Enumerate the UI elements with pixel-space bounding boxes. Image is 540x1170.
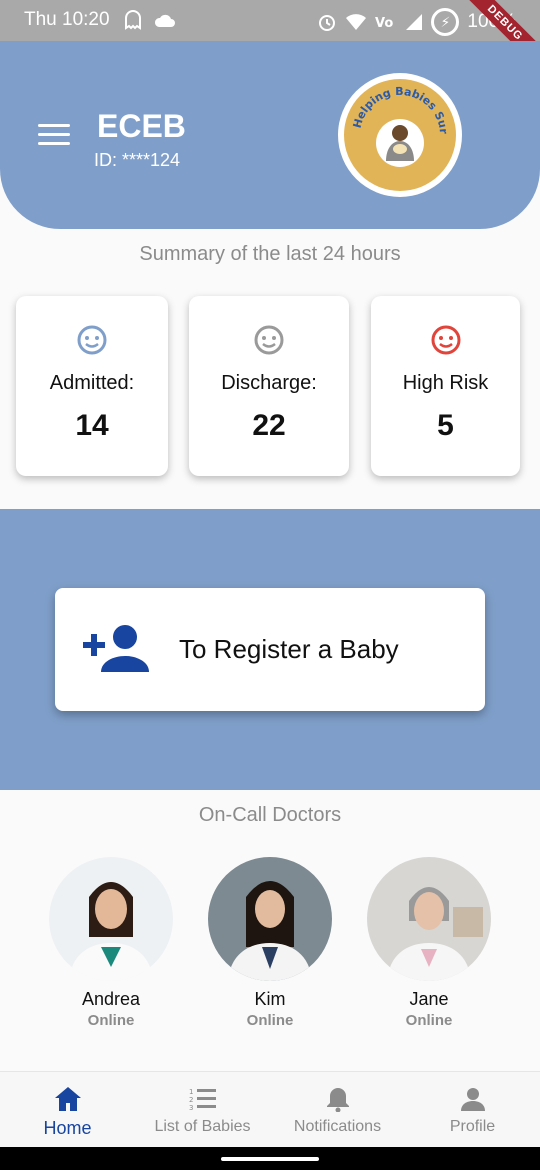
baby-face-icon [254, 325, 284, 355]
admitted-card[interactable]: Admitted: 14 [16, 296, 168, 476]
person-icon [460, 1088, 485, 1111]
svg-text:Vo: Vo [375, 16, 393, 30]
doctor-andrea[interactable]: Andrea Online [49, 857, 173, 1029]
doctor-status: Online [405, 1012, 453, 1029]
system-nav-bar [0, 1147, 540, 1170]
doctor-name: Jane [409, 989, 449, 1009]
doctor-name: Kim [254, 989, 286, 1009]
nav-notifications[interactable]: Notifications [270, 1072, 405, 1147]
volte-icon: Vo [375, 16, 393, 30]
baby-face-icon [77, 325, 107, 355]
register-baby-button[interactable]: To Register a Baby [55, 588, 485, 711]
doctor-kim[interactable]: Kim Online [208, 857, 332, 1029]
register-baby-label: To Register a Baby [179, 634, 399, 664]
high-risk-label: High Risk [402, 372, 489, 394]
status-time: Thu 10:20 [24, 9, 110, 30]
home-gesture-handle[interactable] [221, 1157, 319, 1161]
ghost-icon [125, 10, 141, 30]
doctor-name: Andrea [81, 989, 141, 1009]
doctors-title: On-Call Doctors [198, 804, 342, 826]
bell-icon [326, 1088, 349, 1112]
cloud-icon [154, 14, 175, 27]
svg-text:1: 1 [189, 1088, 193, 1096]
user-id: ID: ****124 [94, 150, 181, 170]
alarm-icon [319, 15, 336, 31]
helping-babies-survive-logo: Helping Babies Survive [344, 79, 450, 167]
summary-title: Summary of the last 24 hours [139, 243, 401, 265]
status-bar: Thu 10:20 Vo ⚡ 100% DEBUG [0, 0, 540, 83]
nav-profile-label: Profile [449, 1118, 496, 1135]
nav-home-label: Home [43, 1118, 92, 1138]
discharge-count: 22 [252, 409, 286, 442]
admitted-label: Admitted: [49, 372, 135, 394]
avatar [367, 857, 491, 981]
register-section: To Register a Baby [0, 509, 540, 790]
nav-notifications-label: Notifications [293, 1118, 382, 1135]
svg-text:3: 3 [189, 1104, 193, 1112]
wifi-icon [346, 14, 367, 30]
home-icon [54, 1087, 81, 1111]
doctor-status: Online [87, 1012, 135, 1029]
add-person-icon [83, 625, 149, 672]
baby-face-icon [431, 325, 460, 355]
menu-icon[interactable] [38, 124, 70, 146]
discharge-label: Discharge: [221, 372, 317, 394]
signal-icon [406, 14, 423, 30]
avatar [49, 857, 173, 981]
admitted-count: 14 [75, 409, 109, 442]
svg-text:2: 2 [189, 1096, 193, 1104]
high-risk-count: 5 [437, 409, 454, 442]
discharge-card[interactable]: Discharge: 22 [189, 296, 349, 476]
avatar [208, 857, 332, 981]
nav-list-of-babies[interactable]: 123 List of Babies [135, 1072, 270, 1147]
list-icon: 123 [189, 1088, 216, 1112]
doctor-status: Online [246, 1012, 294, 1029]
app-title: ECEB [97, 108, 186, 144]
doctor-jane[interactable]: Jane Online [367, 857, 491, 1029]
nav-home[interactable]: Home [0, 1072, 135, 1147]
battery-icon: ⚡ [431, 8, 460, 36]
logo: Helping Babies Survive [338, 73, 462, 197]
nav-list-label: List of Babies [154, 1118, 251, 1135]
bottom-nav: Home 123 List of Babies Notifications Pr… [0, 1071, 540, 1147]
app-header: ECEB ID: ****124 Helping Babies Survive [0, 41, 540, 229]
nav-profile[interactable]: Profile [405, 1072, 540, 1147]
high-risk-card[interactable]: High Risk 5 [371, 296, 520, 476]
